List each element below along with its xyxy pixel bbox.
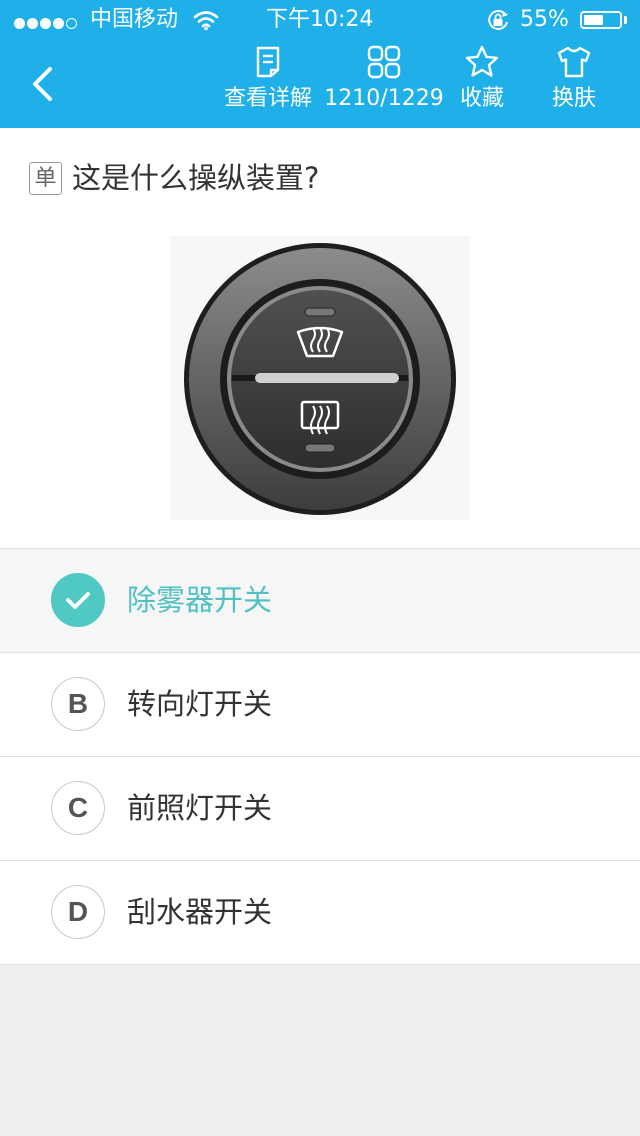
question-text: 这是什么操纵装置? — [72, 161, 320, 195]
option-b-marker: B — [51, 677, 105, 731]
battery-percent: 55% — [520, 7, 569, 32]
skin-label: 换肤 — [551, 86, 596, 111]
status-bar: 中国移动 下午10:24 55% — [0, 0, 640, 40]
clock: 下午10:24 — [266, 7, 374, 32]
favorite-button[interactable]: 收藏 — [452, 40, 512, 124]
option-a-marker — [51, 573, 105, 627]
option-a[interactable]: 除雾器开关 — [0, 548, 640, 652]
option-d-text: 刮水器开关 — [127, 895, 273, 929]
option-b[interactable]: B 转向灯开关 — [0, 652, 640, 756]
question-type-tag: 单 — [29, 162, 62, 195]
header: 中国移动 下午10:24 55% 查看详解 1210/1229 收藏 换肤 — [0, 0, 640, 128]
grid-icon — [367, 45, 401, 79]
skin-button[interactable]: 换肤 — [544, 40, 604, 124]
battery-level — [584, 15, 603, 25]
star-icon — [465, 45, 499, 77]
battery-icon — [580, 11, 622, 29]
favorite-label: 收藏 — [459, 86, 504, 111]
progress-label: 1210/1229 — [324, 86, 444, 111]
option-d-marker: D — [51, 885, 105, 939]
defroster-switch-icon — [184, 243, 456, 515]
option-a-text: 除雾器开关 — [127, 583, 273, 617]
question-image — [170, 236, 470, 520]
chevron-left-icon[interactable] — [30, 66, 56, 102]
battery-tip — [624, 16, 627, 24]
option-b-text: 转向灯开关 — [127, 687, 273, 721]
carrier-label: 中国移动 — [90, 7, 179, 32]
option-d[interactable]: D 刮水器开关 — [0, 860, 640, 965]
wifi-icon — [193, 11, 219, 31]
details-button[interactable]: 查看详解 — [218, 40, 318, 124]
orientation-lock-icon — [488, 9, 508, 30]
document-icon — [256, 46, 280, 78]
option-c[interactable]: C 前照灯开关 — [0, 756, 640, 860]
option-c-text: 前照灯开关 — [127, 791, 273, 825]
signal-dots-icon — [14, 14, 79, 33]
check-icon — [66, 592, 90, 609]
progress-button[interactable]: 1210/1229 — [322, 40, 446, 124]
tshirt-icon — [557, 46, 591, 78]
option-c-marker: C — [51, 781, 105, 835]
details-label: 查看详解 — [223, 86, 312, 111]
question-card: 单 这是什么操纵装置? — [0, 128, 640, 548]
